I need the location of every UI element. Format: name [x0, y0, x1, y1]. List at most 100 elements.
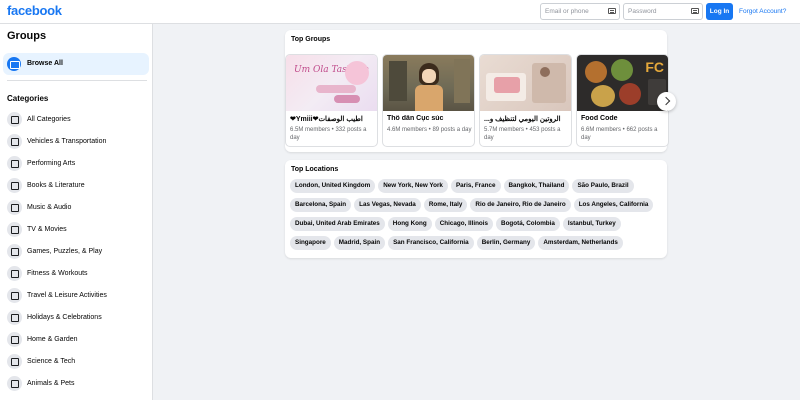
- category-label: Vehicles & Transportation: [27, 138, 107, 145]
- login-button[interactable]: Log In: [706, 3, 733, 20]
- category-label: Animals & Pets: [27, 380, 75, 387]
- location-chip[interactable]: Los Angeles, California: [573, 198, 654, 212]
- sidebar-item-games[interactable]: Games, Puzzles, & Play: [5, 241, 150, 263]
- category-label: Holidays & Celebrations: [27, 314, 102, 321]
- music-note-icon: [7, 200, 22, 215]
- sidebar-item-animals[interactable]: Animals & Pets: [5, 373, 150, 395]
- category-label: TV & Movies: [27, 226, 67, 233]
- sidebar-item-music[interactable]: Music & Audio: [5, 197, 150, 219]
- grid-icon: [7, 112, 22, 127]
- sidebar-divider: [7, 80, 147, 81]
- group-cover-image: FC: [577, 55, 668, 111]
- category-label: All Categories: [27, 116, 71, 123]
- category-label: Science & Tech: [27, 358, 76, 365]
- group-stats: 5.7M members • 453 posts a day: [484, 127, 561, 141]
- category-label: Music & Audio: [27, 204, 72, 211]
- location-chip[interactable]: São Paulo, Brazil: [572, 179, 634, 193]
- location-chip[interactable]: Dubai, United Arab Emirates: [290, 217, 385, 231]
- sidebar-item-performing-arts[interactable]: Performing Arts: [5, 153, 150, 175]
- sidebar-item-fitness[interactable]: Fitness & Workouts: [5, 263, 150, 285]
- paw-icon: [7, 376, 22, 391]
- group-cover-image: [480, 55, 571, 111]
- location-chip[interactable]: London, United Kingdom: [290, 179, 376, 193]
- category-label: Books & Literature: [27, 182, 85, 189]
- party-icon: [7, 310, 22, 325]
- browse-all-button[interactable]: Browse All: [3, 53, 149, 75]
- location-chip[interactable]: Bogotá, Colombia: [496, 217, 560, 231]
- location-chip[interactable]: Bangkok, Thailand: [503, 179, 570, 193]
- facebook-logo[interactable]: facebook: [7, 3, 62, 18]
- cover-text: FC: [645, 59, 664, 75]
- group-name: ❤Ymiii❤اطيب الوصفات: [290, 116, 363, 123]
- location-chip[interactable]: San Francisco, California: [388, 236, 474, 250]
- sidebar-item-books[interactable]: Books & Literature: [5, 175, 150, 197]
- carousel-next-button[interactable]: [657, 92, 676, 111]
- top-groups-card: Top Groups Um Ola Tasbaan ❤Ymiii❤اطيب ال…: [285, 30, 676, 152]
- top-bar: facebook Email or phone Password Log In …: [0, 0, 800, 24]
- location-chip[interactable]: Rio de Janeiro, Rio de Janeiro: [470, 198, 571, 212]
- sidebar: Groups Browse All Categories All Categor…: [0, 24, 153, 400]
- sidebar-item-holidays[interactable]: Holidays & Celebrations: [5, 307, 150, 329]
- group-name: Thổ dân Cục súc: [387, 115, 444, 122]
- group-stats: 6.6M members • 662 posts a day: [581, 127, 658, 141]
- location-chip[interactable]: Paris, France: [450, 179, 501, 193]
- book-icon: [7, 178, 22, 193]
- car-icon: [7, 134, 22, 149]
- top-locations-card: Top Locations London, United Kingdom New …: [285, 160, 667, 258]
- chevron-right-icon: [661, 96, 671, 106]
- group-name: Food Code: [581, 115, 618, 122]
- category-list: All Categories Vehicles & Transportation…: [5, 109, 150, 395]
- game-controller-icon: [7, 244, 22, 259]
- sidebar-item-travel[interactable]: Travel & Leisure Activities: [5, 285, 150, 307]
- group-cover-image: Um Ola Tasbaan: [286, 55, 377, 111]
- group-card[interactable]: Um Ola Tasbaan ❤Ymiii❤اطيب الوصفات 6.5M …: [285, 54, 378, 147]
- top-locations-heading: Top Locations: [291, 166, 339, 173]
- category-label: Performing Arts: [27, 160, 76, 167]
- categories-heading: Categories: [7, 94, 49, 103]
- group-card[interactable]: الروتين اليومي لتنظيف و... 5.7M members …: [479, 54, 572, 147]
- category-label: Games, Puzzles, & Play: [27, 248, 103, 255]
- dumbbell-icon: [7, 266, 22, 281]
- location-chip-list: London, United Kingdom New York, New York…: [290, 179, 664, 255]
- theater-masks-icon: [7, 156, 22, 171]
- group-card[interactable]: Thổ dân Cục súc 4.6M members • 89 posts …: [382, 54, 475, 147]
- browse-icon: [7, 57, 21, 71]
- location-chip[interactable]: Singapore: [290, 236, 331, 250]
- sidebar-title: Groups: [7, 30, 47, 42]
- tv-icon: [7, 222, 22, 237]
- location-chip[interactable]: Istanbul, Turkey: [562, 217, 621, 231]
- sidebar-item-science-tech[interactable]: Science & Tech: [5, 351, 150, 373]
- category-label: Home & Garden: [27, 336, 78, 343]
- flask-icon: [7, 354, 22, 369]
- airplane-icon: [7, 288, 22, 303]
- group-name: الروتين اليومي لتنظيف و...: [484, 116, 561, 123]
- group-stats: 4.6M members • 89 posts a day: [387, 127, 472, 133]
- location-chip[interactable]: Las Vegas, Nevada: [354, 198, 421, 212]
- location-chip[interactable]: Chicago, Illinois: [434, 217, 494, 231]
- keyboard-icon: [691, 8, 699, 14]
- email-field[interactable]: Email or phone: [540, 3, 620, 20]
- sidebar-item-home-garden[interactable]: Home & Garden: [5, 329, 150, 351]
- location-chip[interactable]: Barcelona, Spain: [290, 198, 352, 212]
- location-chip[interactable]: Rome, Italy: [423, 198, 468, 212]
- location-chip[interactable]: New York, New York: [378, 179, 448, 193]
- browse-all-label: Browse All: [27, 60, 63, 67]
- forgot-account-link[interactable]: Forgot Account?: [739, 8, 786, 15]
- group-cover-image: [383, 55, 474, 111]
- sidebar-item-tv-movies[interactable]: TV & Movies: [5, 219, 150, 241]
- sidebar-item-all-categories[interactable]: All Categories: [5, 109, 150, 131]
- password-placeholder: Password: [628, 8, 657, 15]
- location-chip[interactable]: Amsterdam, Netherlands: [538, 236, 623, 250]
- category-label: Travel & Leisure Activities: [27, 292, 107, 299]
- password-field[interactable]: Password: [623, 3, 703, 20]
- email-placeholder: Email or phone: [545, 8, 589, 15]
- location-chip[interactable]: Madrid, Spain: [333, 236, 386, 250]
- location-chip[interactable]: Hong Kong: [387, 217, 432, 231]
- top-groups-heading: Top Groups: [291, 36, 331, 43]
- group-stats: 6.5M members • 332 posts a day: [290, 127, 367, 141]
- group-card[interactable]: FC Food Code 6.6M members • 662 posts a …: [576, 54, 669, 147]
- category-label: Fitness & Workouts: [27, 270, 88, 277]
- sidebar-item-vehicles[interactable]: Vehicles & Transportation: [5, 131, 150, 153]
- location-chip[interactable]: Berlin, Germany: [476, 236, 536, 250]
- home-icon: [7, 332, 22, 347]
